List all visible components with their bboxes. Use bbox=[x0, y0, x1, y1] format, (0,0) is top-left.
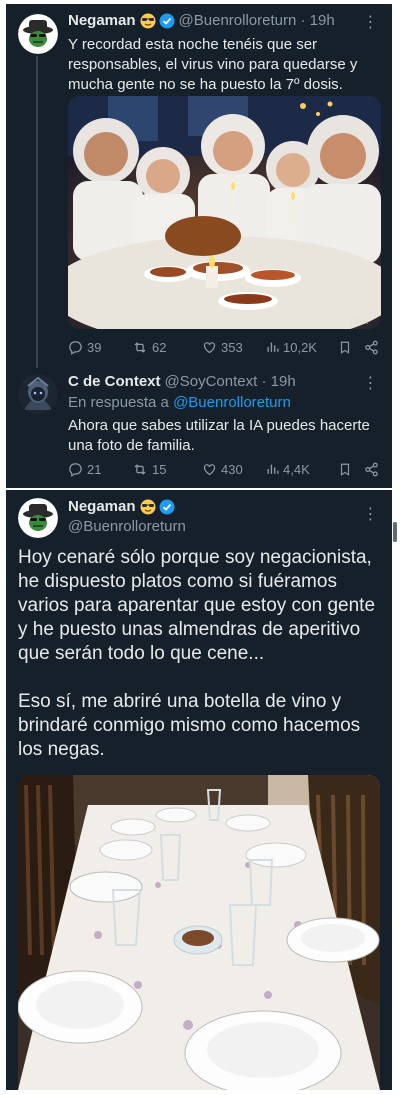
display-name[interactable]: Negaman bbox=[68, 498, 136, 515]
bookmark-icon bbox=[340, 341, 350, 354]
like-button[interactable]: 353 bbox=[202, 340, 243, 355]
reply-mention-link[interactable]: @Buenrolloreturn bbox=[173, 394, 291, 411]
reply-count: 39 bbox=[87, 339, 102, 355]
tweet-header: Negaman bbox=[68, 498, 179, 515]
share-button[interactable] bbox=[364, 340, 379, 355]
views-button[interactable]: 10,2K bbox=[266, 340, 317, 355]
tweet-image[interactable]: GROK bbox=[68, 96, 381, 329]
views-icon bbox=[267, 342, 279, 352]
retweet-icon bbox=[134, 341, 146, 353]
like-count: 353 bbox=[221, 339, 243, 355]
handle[interactable]: @SoyContext bbox=[165, 373, 258, 390]
display-name[interactable]: C de Context bbox=[68, 373, 161, 390]
views-count: 4,4K bbox=[283, 461, 310, 477]
scrollbar[interactable] bbox=[393, 522, 397, 542]
like-count: 430 bbox=[221, 461, 243, 477]
reply-button[interactable]: 21 bbox=[68, 462, 101, 477]
display-name[interactable]: Negaman bbox=[68, 12, 136, 29]
reply-count: 21 bbox=[87, 461, 102, 477]
tweet-header: Negaman @Buenrolloreturn · 19h bbox=[68, 12, 335, 29]
tweet-paragraph: Eso sí, me abriré una botella de vino y … bbox=[18, 691, 361, 760]
more-icon[interactable]: ⋮ bbox=[360, 504, 380, 524]
views-button[interactable]: 4,4K bbox=[266, 462, 310, 477]
verified-badge-icon bbox=[159, 499, 175, 515]
reply-icon bbox=[69, 462, 82, 477]
separator: · bbox=[257, 373, 271, 390]
separator: · bbox=[296, 12, 310, 29]
thread-line bbox=[36, 56, 38, 368]
more-icon[interactable]: ⋮ bbox=[360, 373, 380, 393]
reply-button[interactable]: 39 bbox=[68, 340, 101, 355]
retweet-count: 15 bbox=[152, 461, 167, 477]
reply-prefix: En respuesta a bbox=[68, 394, 169, 411]
reply-icon bbox=[69, 340, 82, 355]
tweet-actions: 21 15 430 4,4K bbox=[68, 460, 381, 478]
tweet-detail-panel: Negaman @Buenrolloreturn ⋮ Hoy cenaré só… bbox=[6, 490, 397, 1090]
retweet-button[interactable]: 62 bbox=[132, 340, 166, 355]
tweet-actions: 39 62 353 10,2K bbox=[68, 338, 381, 356]
avatar[interactable] bbox=[18, 14, 58, 54]
reply-context: En respuesta a @Buenrolloreturn bbox=[68, 394, 291, 411]
retweet-icon bbox=[134, 463, 146, 475]
like-button[interactable]: 430 bbox=[202, 462, 243, 477]
views-icon bbox=[267, 464, 279, 474]
avatar[interactable] bbox=[18, 498, 58, 538]
retweet-count: 62 bbox=[152, 339, 167, 355]
avatar[interactable] bbox=[18, 374, 58, 414]
thread-panel: Negaman @Buenrolloreturn · 19h ⋮ Y recor… bbox=[6, 4, 392, 488]
share-button[interactable] bbox=[364, 462, 379, 477]
tweet-text: Ahora que sabes utilizar la IA puedes ha… bbox=[68, 417, 370, 454]
tweet-paragraph: Hoy cenaré sólo porque soy negacionista,… bbox=[18, 547, 376, 664]
like-icon bbox=[203, 463, 216, 475]
image-watermark: GROK bbox=[350, 320, 368, 326]
handle[interactable]: @Buenrolloreturn bbox=[179, 12, 297, 29]
handle[interactable]: @Buenrolloreturn bbox=[68, 518, 186, 535]
bookmark-icon bbox=[340, 463, 350, 476]
bookmark-button[interactable] bbox=[338, 462, 352, 477]
more-icon[interactable]: ⋮ bbox=[360, 12, 380, 32]
timestamp[interactable]: 19h bbox=[271, 373, 296, 390]
retweet-button[interactable]: 15 bbox=[132, 462, 166, 477]
verified-badge-icon bbox=[159, 13, 175, 29]
sunglasses-emoji-icon bbox=[140, 13, 156, 29]
tweet-header: C de Context @SoyContext · 19h bbox=[68, 373, 296, 390]
timestamp[interactable]: 19h bbox=[310, 12, 335, 29]
tweet-text: Y recordad esta noche tenéis que ser res… bbox=[68, 36, 358, 93]
like-icon bbox=[203, 341, 216, 353]
views-count: 10,2K bbox=[283, 339, 317, 355]
tweet-text: Hoy cenaré sólo porque soy negacionista,… bbox=[18, 546, 388, 762]
bookmark-button[interactable] bbox=[338, 340, 352, 355]
tweet-image[interactable] bbox=[18, 775, 380, 1090]
share-icon bbox=[365, 462, 378, 476]
sunglasses-emoji-icon bbox=[140, 499, 156, 515]
share-icon bbox=[365, 340, 378, 354]
